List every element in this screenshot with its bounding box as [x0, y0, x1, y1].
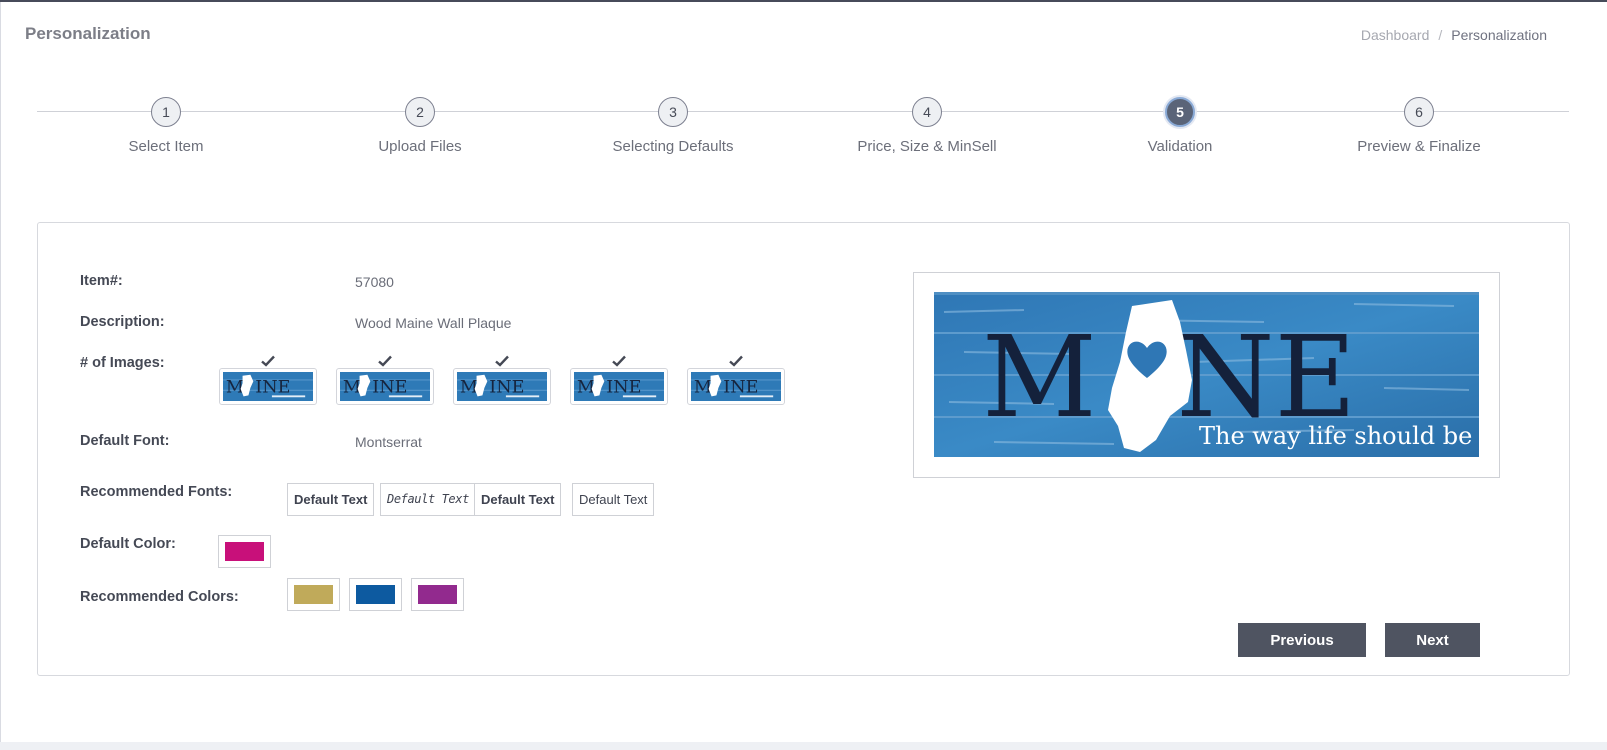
plaque-thumbnail-image: M INE	[691, 372, 781, 401]
recommended-fonts-label: Recommended Fonts:	[80, 484, 233, 500]
plaque-thumbnail-image: M INE	[457, 372, 547, 401]
color-fill	[356, 585, 395, 604]
step-select-item[interactable]: 1 Select Item	[56, 97, 276, 155]
breadcrumb-dashboard-link[interactable]: Dashboard	[1361, 27, 1430, 43]
preview-frame: M INE The way life should be	[913, 272, 1500, 478]
default-color-label: Default Color:	[80, 536, 176, 552]
check-icon	[495, 355, 509, 367]
image-thumbnail-3[interactable]: M INE	[453, 355, 551, 405]
step-label: Select Item	[128, 138, 204, 155]
preview-tagline: The way life should be	[1199, 422, 1472, 450]
recommended-color-blue[interactable]	[349, 578, 402, 611]
font-option-3[interactable]: Default Text	[474, 483, 562, 516]
thumbnail-frame: M INE	[687, 368, 785, 405]
svg-text:INE: INE	[372, 378, 407, 398]
step-number: 6	[1404, 97, 1434, 127]
step-label: Upload Files	[378, 138, 462, 155]
step-label: Price, Size & MinSell	[857, 138, 997, 155]
svg-text:INE: INE	[255, 378, 290, 398]
validation-card: Item#: 57080 Description: Wood Maine Wal…	[37, 222, 1570, 676]
next-button[interactable]: Next	[1385, 623, 1480, 657]
step-preview-finalize[interactable]: 6 Preview & Finalize	[1309, 97, 1529, 155]
image-thumbnail-1[interactable]: M INE	[219, 355, 317, 405]
svg-text:INE: INE	[489, 378, 524, 398]
item-number-label: Item#:	[80, 273, 123, 289]
step-number: 2	[405, 97, 435, 127]
step-validation[interactable]: 5 Validation	[1070, 97, 1290, 155]
recommended-color-gold[interactable]	[287, 578, 340, 611]
step-upload-files[interactable]: 2 Upload Files	[310, 97, 530, 155]
step-label: Selecting Defaults	[612, 138, 734, 155]
plaque-thumbnail-image: M INE	[340, 372, 430, 401]
check-icon	[612, 355, 626, 367]
step-number: 1	[151, 97, 181, 127]
thumbnail-frame: M INE	[570, 368, 668, 405]
breadcrumb-current: Personalization	[1451, 27, 1547, 43]
default-font-value: Montserrat	[355, 434, 422, 450]
thumbnail-frame: M INE	[453, 368, 551, 405]
thumbnail-frame: M INE	[336, 368, 434, 405]
step-number: 4	[912, 97, 942, 127]
previous-button[interactable]: Previous	[1238, 623, 1366, 657]
image-thumbnail-5[interactable]: M INE	[687, 355, 785, 405]
step-number: 3	[658, 97, 688, 127]
breadcrumb: Dashboard / Personalization	[1361, 27, 1547, 43]
color-fill	[294, 585, 333, 604]
recommended-colors-label: Recommended Colors:	[80, 589, 239, 605]
step-label: Validation	[1147, 138, 1213, 155]
recommended-color-purple[interactable]	[411, 578, 464, 611]
step-number: 5	[1165, 97, 1195, 127]
font-option-1[interactable]: Default Text	[287, 483, 375, 516]
default-font-label: Default Font:	[80, 433, 170, 449]
check-icon	[378, 355, 392, 367]
page-container: Personalization Dashboard / Personalizat…	[0, 2, 1607, 742]
image-thumbnail-4[interactable]: M INE	[570, 355, 668, 405]
step-label: Preview & Finalize	[1357, 138, 1481, 155]
svg-text:INE: INE	[606, 378, 641, 398]
plaque-thumbnail-image: M INE	[574, 372, 664, 401]
image-count-label: # of Images:	[80, 355, 165, 371]
thumbnail-frame: M INE	[219, 368, 317, 405]
color-fill	[418, 585, 457, 604]
page-title: Personalization	[25, 24, 151, 43]
svg-text:INE: INE	[723, 378, 758, 398]
description-label: Description:	[80, 314, 165, 330]
step-price-size-minsell[interactable]: 4 Price, Size & MinSell	[817, 97, 1037, 155]
item-number-value: 57080	[355, 274, 394, 290]
plaque-thumbnail-image: M INE	[223, 372, 313, 401]
step-selecting-defaults[interactable]: 3 Selecting Defaults	[563, 97, 783, 155]
image-thumbnail-2[interactable]: M INE	[336, 355, 434, 405]
color-fill	[225, 542, 264, 561]
breadcrumb-separator: /	[1438, 27, 1443, 43]
description-value: Wood Maine Wall Plaque	[355, 315, 512, 331]
font-option-2[interactable]: Default Text	[380, 483, 476, 516]
plaque-preview-image: M INE The way life should be	[934, 292, 1479, 457]
check-icon	[729, 355, 743, 367]
font-option-4[interactable]: Default Text	[572, 483, 655, 516]
default-color-swatch[interactable]	[218, 535, 271, 568]
check-icon	[261, 355, 275, 367]
